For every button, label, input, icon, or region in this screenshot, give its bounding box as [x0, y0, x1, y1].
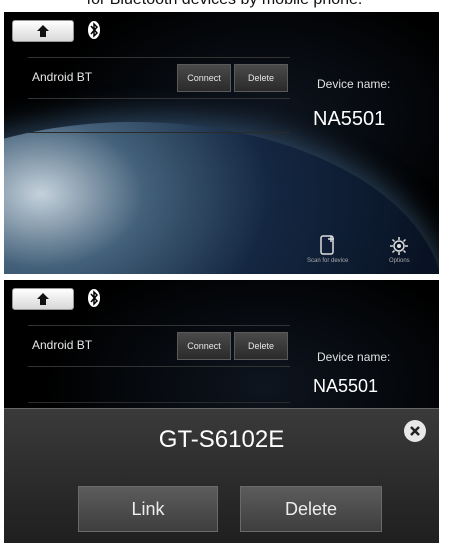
phone-plus-icon	[319, 235, 334, 255]
device-name-value: NA5501	[313, 376, 379, 396]
paired-device-row[interactable]: Android BT Connect Delete	[28, 57, 290, 99]
device-name-label: Device name:	[317, 350, 391, 364]
paired-device-name: Android BT	[32, 338, 93, 352]
home-button[interactable]	[12, 20, 74, 42]
delete-button[interactable]: Delete	[234, 332, 288, 360]
close-icon	[410, 426, 420, 436]
top-bar	[4, 12, 439, 46]
connect-button[interactable]: Connect	[177, 332, 231, 360]
row-divider	[28, 402, 290, 403]
dialog-device-title: GT-S6102E	[158, 426, 285, 453]
delete-button[interactable]: Delete	[234, 64, 288, 92]
scan-for-device-label: Scan for device	[307, 258, 349, 264]
options-label: Options	[389, 258, 410, 264]
device-name-label: Device name:	[317, 77, 391, 91]
row-divider	[28, 132, 290, 133]
bluetooth-icon	[86, 19, 102, 41]
scan-for-device-button[interactable]: Scan for device	[307, 234, 348, 264]
dialog-close-button[interactable]	[404, 420, 426, 442]
bluetooth-icon	[86, 287, 102, 309]
home-button[interactable]	[12, 288, 74, 310]
paired-device-name: Android BT	[32, 70, 93, 84]
dialog-delete-button[interactable]: Delete	[240, 486, 382, 532]
connect-button[interactable]: Connect	[177, 64, 231, 92]
home-icon	[37, 25, 49, 37]
gear-icon	[390, 237, 409, 255]
paired-device-row[interactable]: Android BT Connect Delete	[28, 325, 290, 367]
bluetooth-screen-dialog: Android BT Connect Delete Device name: N…	[4, 280, 439, 543]
device-dialog: GT-S6102E Link Delete	[4, 408, 439, 543]
options-button[interactable]: Options	[389, 236, 410, 264]
device-name-value: NA5501	[313, 108, 386, 130]
caption-text: for Bluetooth devices by mobile phone.	[0, 0, 449, 9]
home-icon	[37, 293, 49, 305]
link-button[interactable]: Link	[78, 486, 218, 532]
bluetooth-screen-main: Android BT Connect Delete Device name: N…	[4, 12, 439, 274]
top-bar	[4, 280, 439, 314]
